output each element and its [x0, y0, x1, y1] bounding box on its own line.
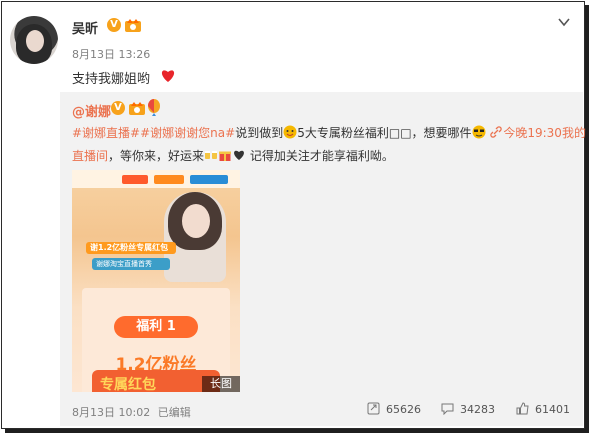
long-image[interactable]: 谢1.2亿粉丝专属红包 谢娜淘宝直播首秀 福利 1 1.2亿粉丝 专属红包 长图 [72, 170, 240, 392]
repost-text-line1: #谢娜直播##谢娜谢谢您na#说到做到 5大专属粉丝福利□□，想要哪件 今晚19:… [72, 125, 586, 140]
poster-subline: 专属红包 [100, 377, 156, 392]
post-text: 支持我娜姐哟 [72, 72, 151, 87]
topic-link[interactable]: #谢娜直播# [72, 126, 140, 140]
verified-icon: V [107, 18, 121, 32]
edited-label[interactable]: 已编辑 [158, 406, 191, 419]
vip-crown-icon [125, 19, 141, 32]
post-author[interactable]: 吴昕 [72, 18, 98, 37]
avatar[interactable] [10, 16, 58, 64]
like-icon [516, 402, 529, 415]
verified-icon: V [111, 101, 125, 115]
live-link[interactable]: 今晚19:30我的 [503, 126, 586, 140]
repost-icon [367, 402, 380, 415]
comment-button[interactable]: 34283 [441, 402, 495, 416]
comment-icon [441, 403, 454, 415]
repost-text-line2: 直播间，等你来，好运来 记得加关注才能享福利呦。 [72, 149, 394, 163]
link-icon [490, 126, 503, 138]
poster-banner: 谢娜淘宝直播首秀 [92, 258, 170, 270]
repost-meta: 8月13日 10:02 已编辑 [72, 404, 191, 420]
repost-button[interactable]: 65626 [367, 402, 421, 416]
like-button[interactable]: 61401 [516, 402, 570, 416]
balloon-icon [148, 99, 160, 116]
gift-icon [219, 151, 232, 161]
original-author[interactable]: @谢娜 [72, 101, 111, 120]
post-time[interactable]: 8月13日 13:26 [72, 46, 150, 62]
poster-banner: 谢1.2亿粉丝专属红包 [86, 242, 176, 254]
repost-time[interactable]: 8月13日 10:02 [72, 406, 150, 419]
heart-icon [161, 70, 175, 82]
cheers-icon [205, 151, 218, 159]
topic-link[interactable]: #谢娜谢谢您na# [140, 126, 235, 140]
emoji-icon [283, 125, 297, 139]
chevron-down-icon[interactable] [557, 15, 571, 29]
heart-icon [234, 150, 244, 160]
live-link[interactable]: 直播间 [72, 149, 108, 163]
long-image-tag: 长图 [202, 376, 240, 392]
vip-crown-icon [129, 102, 145, 115]
emoji-icon [472, 125, 486, 139]
poster-fuli: 福利 1 [114, 316, 198, 338]
